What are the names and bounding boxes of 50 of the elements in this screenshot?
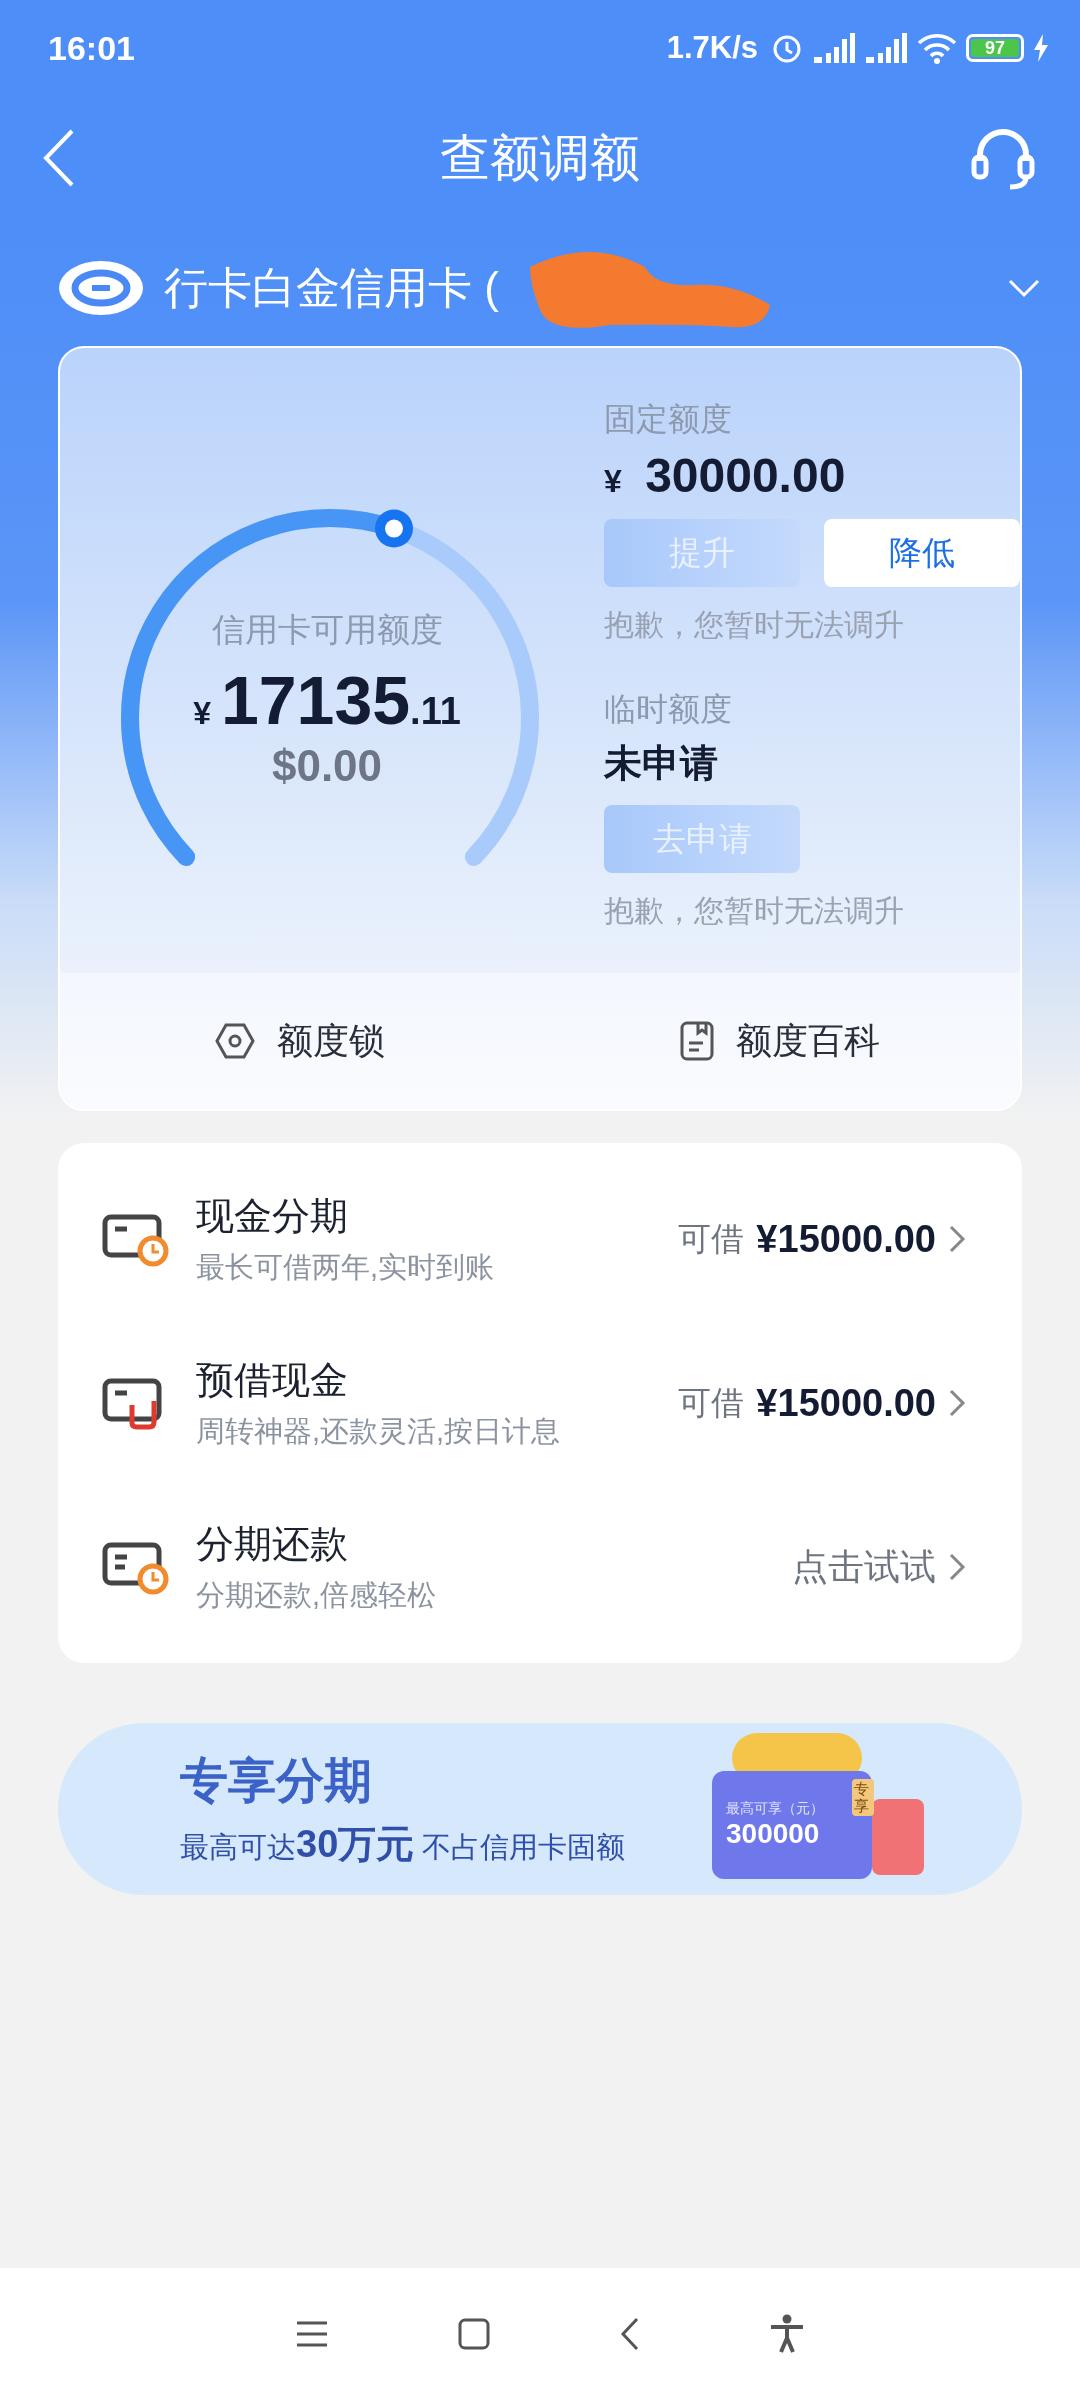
service-item[interactable]: 分期还款 分期还款,倍感轻松 点击试试 (58, 1485, 1022, 1649)
back-icon[interactable] (42, 128, 76, 188)
battery-indicator: 97 (966, 34, 1024, 62)
service-item[interactable]: 预借现金 周转神器,还款灵活,按日计息 可借 ¥15000.00 (58, 1321, 1022, 1485)
wifi-icon (916, 31, 958, 65)
banner-title: 专享分期 (180, 1752, 373, 1809)
limit-tool-link[interactable]: 额度百科 (540, 973, 1020, 1109)
signal-icon (864, 31, 908, 65)
available-limit-amount: ¥17135.11 (193, 661, 461, 739)
notice-text: 抱歉，您暂时无法调升 (604, 607, 904, 643)
service-description: 周转神器,还款灵活,按日计息 (196, 1413, 561, 1449)
page-title: 查额调额 (440, 128, 640, 188)
hexagon-icon (215, 1023, 255, 1059)
signal-icon (812, 31, 856, 65)
network-speed: 1.7K/s (666, 30, 758, 66)
wallet-drawing: 最高可享（元） 300000 专享 (712, 1729, 932, 1889)
borrow-label: 可借 (678, 1218, 745, 1259)
chevron-right-icon (948, 1388, 966, 1418)
limit-button[interactable]: 降低 (824, 519, 1020, 587)
service-title: 预借现金 (196, 1357, 349, 1403)
borrow-label: 可借 (678, 1382, 745, 1423)
promo-banner[interactable]: 专享分期 最高可达30万元 不占信用卡固额 最高可享（元） 300000 专享 (58, 1723, 1022, 1895)
chevron-right-icon (948, 1552, 966, 1582)
service-description: 最长可借两年,实时到账 (196, 1249, 495, 1285)
back-icon[interactable] (619, 2317, 640, 2351)
service-title: 分期还款 (196, 1521, 349, 1567)
status-time: 16:01 (48, 28, 135, 68)
service-description: 分期还款,倍感轻松 (196, 1577, 437, 1613)
service-item[interactable]: 现金分期 最长可借两年,实时到账 可借 ¥15000.00 (58, 1157, 1022, 1321)
accessibility-icon[interactable] (769, 2314, 806, 2354)
service-value: 点击试试 (792, 1544, 936, 1589)
available-limit-label: 信用卡可用额度 (211, 610, 443, 650)
bank-logo-icon (56, 258, 146, 318)
fixed-limit-amount: ¥ 30000.00 (604, 448, 846, 503)
service-title: 现金分期 (196, 1193, 349, 1239)
banner-subtitle: 最高可达30万元 不占信用卡固额 (180, 1821, 626, 1867)
service-value: ¥15000.00 (756, 1217, 936, 1261)
chevron-right-icon (948, 1224, 966, 1254)
menu-icon[interactable] (294, 2319, 329, 2349)
charging-icon (1032, 33, 1050, 63)
home-icon[interactable] (458, 2318, 491, 2350)
fixed-limit-label: 固定额度 (604, 400, 732, 439)
chevron-down-icon (1008, 278, 1040, 298)
notice-text: 抱歉，您暂时无法调升 (604, 893, 904, 929)
service-value: ¥15000.00 (756, 1381, 936, 1425)
usd-amount: $0.00 (271, 741, 383, 791)
temporary-limit-status: 未申请 (604, 741, 718, 786)
book-icon (680, 1021, 714, 1061)
limit-tool-link[interactable]: 额度锁 (60, 973, 540, 1109)
temporary-limit-label: 临时额度 (604, 690, 732, 729)
